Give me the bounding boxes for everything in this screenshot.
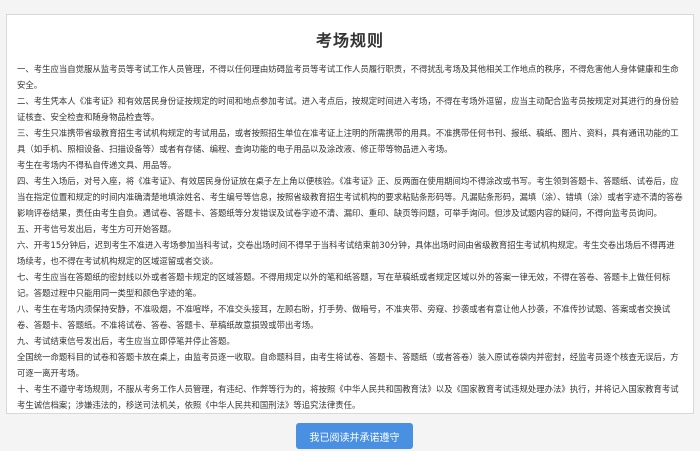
- rules-panel: 考场规则 一、考生应当自觉服从监考员等考试工作人员管理，不得以任何理由妨碍监考员…: [6, 14, 694, 414]
- rule-item: 考生在考场内不得私自传递文具、用品等。: [17, 160, 177, 170]
- exam-rules-page: 考场规则 一、考生应当自觉服从监考员等考试工作人员管理，不得以任何理由妨碍监考员…: [0, 0, 700, 451]
- rules-list: 一、考生应当自觉服从监考员等考试工作人员管理，不得以任何理由妨碍监考员等考试工作…: [17, 61, 683, 413]
- rule-item: 五、开考信号发出后，考生方可开始答题。: [17, 224, 177, 234]
- rule-item: 一、考生应当自觉服从监考员等考试工作人员管理，不得以任何理由妨碍监考员等考试工作…: [17, 64, 679, 90]
- rule-item: 六、开考15分钟后，迟到考生不准进入考场参加当科考试，交卷出场时间不得早于当科考…: [17, 240, 675, 266]
- agree-button[interactable]: 我已阅读并承诺遵守: [296, 423, 413, 449]
- rule-item: 二、考生凭本人《准考证》和有效居民身份证按规定的时间和地点参加考试。进入考点后，…: [17, 96, 679, 122]
- rule-item: 三、考生只准携带省级教育招生考试机构规定的考试用品，或者按照招生单位在准考证上注…: [17, 128, 679, 154]
- rule-item: 九、考试结束信号发出后，考生应当立即停笔并停止答题。: [17, 336, 235, 346]
- page-title: 考场规则: [315, 31, 384, 50]
- rule-item: 四、考生入场后，对号入座，将《准考证》、有效居民身份证放在桌子左上角以便核验。《…: [17, 176, 683, 218]
- rule-item: 八、考生在考场内须保持安静，不准吸烟，不准喧哗，不准交头接耳，左顾右盼，打手势、…: [17, 304, 671, 330]
- rule-item: 十、考生不遵守考场规则，不服从考务工作人员管理，有违纪、作弊等行为的，将按照《中…: [17, 384, 679, 410]
- rule-item: 七、考生应当在答题纸的密封线以外或者答题卡规定的区域答题。不得用规定以外的笔和纸…: [17, 272, 671, 298]
- rule-item: 全国统一命题科目的试卷和答题卡放在桌上，由监考员逐一收取。自命题科目，由考生将试…: [17, 352, 679, 378]
